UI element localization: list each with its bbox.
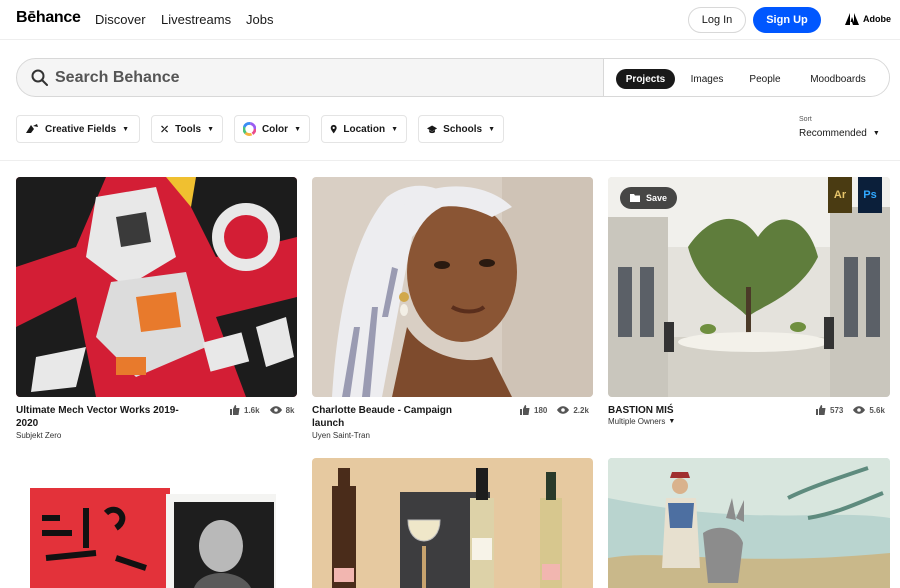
view-count: 2.2k — [573, 405, 589, 415]
creative-fields-icon — [26, 124, 38, 133]
project-title[interactable]: Charlotte Beaude - Campaign launch — [312, 404, 512, 430]
nav-livestreams[interactable]: Livestreams — [161, 12, 231, 27]
tools-icon — [161, 125, 169, 133]
project-title[interactable]: BASTION MIŚ — [608, 404, 808, 417]
thumbs-up-icon — [816, 405, 826, 415]
sort-value: Recommended — [799, 128, 867, 139]
filter-schools[interactable]: Schools ▼ — [418, 115, 504, 143]
tab-moodboards[interactable]: Moodboards — [802, 69, 874, 89]
chevron-down-icon: ▼ — [668, 418, 676, 425]
owner-label: Multiple Owners — [608, 417, 666, 426]
chevron-down-icon: ▼ — [122, 125, 130, 133]
project-title[interactable]: Ultimate Mech Vector Works 2019- 2020 — [16, 404, 216, 430]
eye-icon — [853, 406, 866, 414]
save-label: Save — [646, 193, 668, 203]
behance-logo[interactable]: Bēhance — [16, 9, 81, 27]
project-owner[interactable]: Uyen Saint-Tran — [312, 431, 370, 440]
graduation-cap-icon — [427, 125, 438, 133]
filter-creative-fields[interactable]: Creative Fields ▼ — [16, 115, 140, 143]
tab-images[interactable]: Images — [686, 69, 728, 89]
eye-icon — [557, 406, 570, 414]
filter-label: Location — [343, 123, 386, 135]
search-input[interactable]: Search Behance — [17, 59, 603, 96]
like-count: 573 — [830, 405, 844, 415]
project-owner[interactable]: Subjekt Zero — [16, 431, 61, 440]
top-nav: Bēhance Discover Livestreams Jobs Log In… — [0, 0, 900, 40]
color-wheel-icon — [243, 122, 256, 136]
chevron-down-icon: ▼ — [207, 125, 214, 133]
chevron-down-icon: ▼ — [391, 125, 398, 133]
project-thumbnail[interactable] — [312, 177, 593, 397]
project-stats: 573 5.6k — [816, 405, 885, 415]
project-owner[interactable]: Multiple Owners ▼ — [608, 417, 675, 426]
nav-jobs[interactable]: Jobs — [246, 12, 273, 27]
search-placeholder: Search Behance — [55, 69, 180, 86]
project-title-line: launch — [312, 418, 345, 429]
tab-projects[interactable]: Projects — [616, 69, 675, 89]
project-title-line: BASTION MIŚ — [608, 405, 674, 416]
search-type-tabs: Projects Images People Moodboards — [603, 59, 889, 96]
thumbs-up-icon — [230, 405, 240, 415]
project-thumbnail[interactable] — [312, 458, 593, 588]
view-count: 5.6k — [869, 405, 885, 415]
tab-people[interactable]: People — [744, 69, 786, 89]
book-cover-image — [16, 458, 297, 588]
chevron-down-icon: ▼ — [872, 130, 880, 137]
like-count: 180 — [534, 405, 548, 415]
filter-location[interactable]: Location ▼ — [321, 115, 407, 143]
portrait-image — [312, 177, 593, 397]
eye-icon — [269, 406, 282, 414]
project-thumbnail[interactable]: Save Ar Ps — [608, 177, 890, 397]
project-title-line: Charlotte Beaude - Campaign — [312, 405, 453, 416]
project-stats: 180 2.2k — [520, 405, 589, 415]
signup-button[interactable]: Sign Up — [753, 7, 821, 33]
login-button[interactable]: Log In — [688, 7, 746, 33]
filter-label: Schools — [443, 123, 483, 135]
adobe-link[interactable]: Adobe — [845, 13, 891, 25]
filter-label: Tools — [175, 123, 202, 135]
project-stats: 1.6k 8k — [230, 405, 294, 415]
sort-dropdown[interactable]: Recommended ▼ — [799, 128, 880, 139]
location-pin-icon — [330, 124, 337, 134]
project-thumbnail[interactable] — [16, 177, 297, 397]
project-title-line: Ultimate Mech Vector Works 2019- — [16, 405, 179, 416]
view-count: 8k — [285, 405, 295, 415]
like-count: 1.6k — [244, 405, 260, 415]
wine-bottles-image — [312, 458, 593, 588]
aero-tool-badge[interactable]: Ar — [828, 177, 852, 213]
filter-label: Creative Fields — [45, 123, 117, 135]
filter-tools[interactable]: Tools ▼ — [151, 115, 223, 143]
search-icon — [31, 69, 48, 86]
sort-label: Sort — [799, 116, 812, 123]
search-bar: Search Behance Projects Images People Mo… — [16, 58, 890, 97]
photoshop-tool-badge[interactable]: Ps — [858, 177, 882, 213]
folder-icon — [630, 194, 640, 202]
illustrated-traveler-image — [608, 458, 890, 588]
save-button[interactable]: Save — [620, 187, 678, 209]
mech-illustration-image — [16, 177, 297, 397]
nav-discover[interactable]: Discover — [95, 12, 146, 27]
adobe-icon — [845, 13, 859, 25]
chevron-down-icon: ▼ — [488, 125, 495, 133]
project-thumbnail[interactable] — [16, 458, 297, 588]
adobe-label: Adobe — [863, 14, 891, 24]
divider — [0, 160, 900, 161]
filter-color[interactable]: Color ▼ — [234, 115, 310, 143]
filter-label: Color — [261, 123, 289, 135]
thumbs-up-icon — [520, 405, 530, 415]
chevron-down-icon: ▼ — [294, 125, 301, 133]
project-thumbnail[interactable] — [608, 458, 890, 588]
project-title-line: 2020 — [16, 418, 39, 429]
